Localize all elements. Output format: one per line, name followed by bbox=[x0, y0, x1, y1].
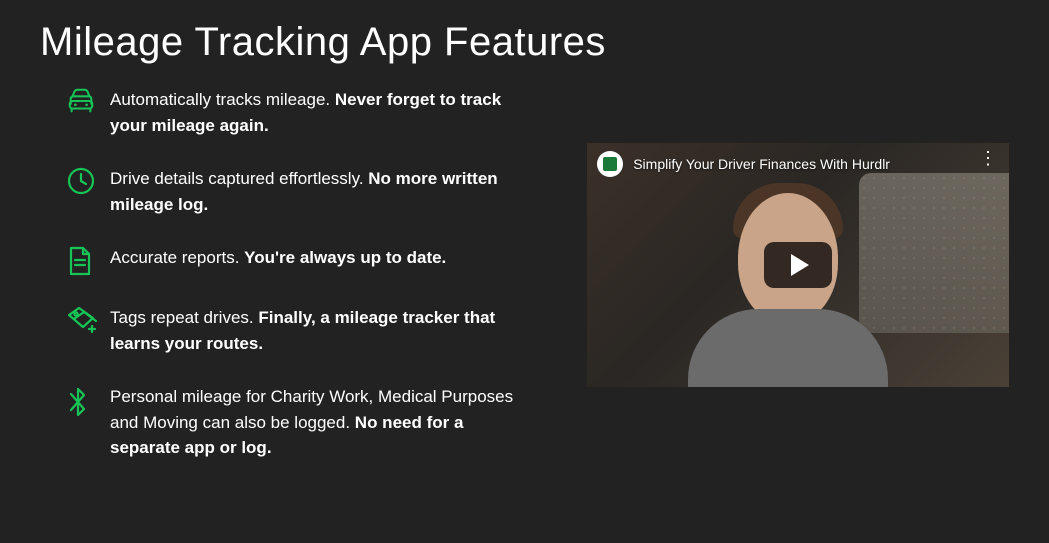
document-icon bbox=[40, 245, 110, 277]
feature-item: Automatically tracks mileage. Never forg… bbox=[40, 87, 567, 138]
feature-normal-text: Accurate reports. bbox=[110, 248, 244, 267]
feature-normal-text: Tags repeat drives. bbox=[110, 308, 258, 327]
feature-text: Accurate reports. You're always up to da… bbox=[110, 245, 476, 271]
feature-item: Tags repeat drives. Finally, a mileage t… bbox=[40, 305, 567, 356]
features-list: Automatically tracks mileage. Never forg… bbox=[40, 87, 567, 489]
feature-item: Personal mileage for Charity Work, Medic… bbox=[40, 384, 567, 461]
video-more-icon[interactable]: ⋮ bbox=[979, 153, 997, 163]
feature-text: Tags repeat drives. Finally, a mileage t… bbox=[110, 305, 567, 356]
feature-item: Drive details captured effortlessly. No … bbox=[40, 166, 567, 217]
feature-bold-text: You're always up to date. bbox=[244, 248, 446, 267]
clock-icon bbox=[40, 166, 110, 196]
feature-text: Automatically tracks mileage. Never forg… bbox=[110, 87, 567, 138]
bluetooth-icon bbox=[40, 384, 110, 420]
video-play-button[interactable] bbox=[764, 242, 832, 288]
page-title: Mileage Tracking App Features bbox=[40, 20, 1009, 65]
car-icon bbox=[40, 87, 110, 115]
feature-item: Accurate reports. You're always up to da… bbox=[40, 245, 567, 277]
video-player[interactable]: Simplify Your Driver Finances With Hurdl… bbox=[587, 143, 1009, 387]
feature-text: Drive details captured effortlessly. No … bbox=[110, 166, 567, 217]
feature-normal-text: Drive details captured effortlessly. bbox=[110, 169, 368, 188]
play-icon bbox=[791, 254, 809, 276]
feature-normal-text: Automatically tracks mileage. bbox=[110, 90, 335, 109]
video-title[interactable]: Simplify Your Driver Finances With Hurdl… bbox=[633, 156, 890, 172]
feature-text: Personal mileage for Charity Work, Medic… bbox=[110, 384, 567, 461]
channel-avatar-icon[interactable] bbox=[597, 151, 623, 177]
tag-icon bbox=[40, 305, 110, 335]
